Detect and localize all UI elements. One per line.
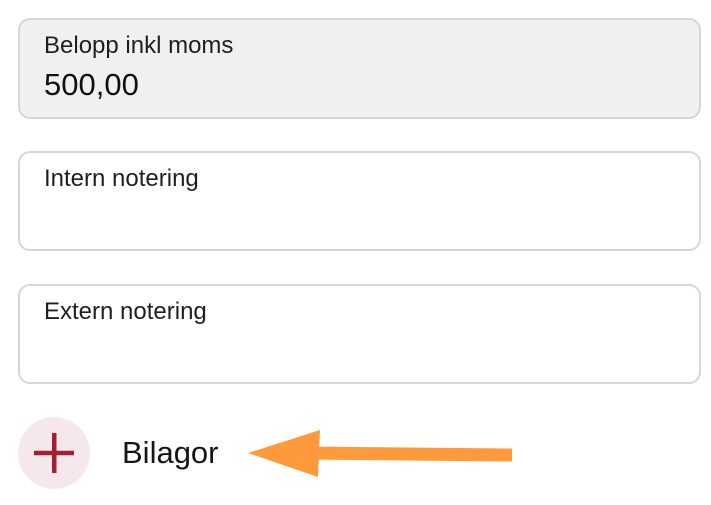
- attachments-label[interactable]: Bilagor: [122, 435, 219, 471]
- internal-note-label: Intern notering: [44, 165, 199, 192]
- attachments-row[interactable]: Bilagor: [18, 417, 219, 489]
- plus-icon: [34, 433, 74, 473]
- external-note-label: Extern notering: [44, 298, 207, 325]
- amount-incl-vat-value[interactable]: 500,00: [44, 67, 139, 103]
- invoice-form: Belopp inkl moms 500,00 Intern notering …: [0, 0, 711, 505]
- add-attachment-button[interactable]: [18, 417, 90, 489]
- amount-incl-vat-field[interactable]: Belopp inkl moms 500,00: [18, 18, 701, 119]
- internal-note-field[interactable]: Intern notering: [18, 151, 701, 251]
- amount-incl-vat-label: Belopp inkl moms: [44, 32, 234, 59]
- external-note-field[interactable]: Extern notering: [18, 284, 701, 384]
